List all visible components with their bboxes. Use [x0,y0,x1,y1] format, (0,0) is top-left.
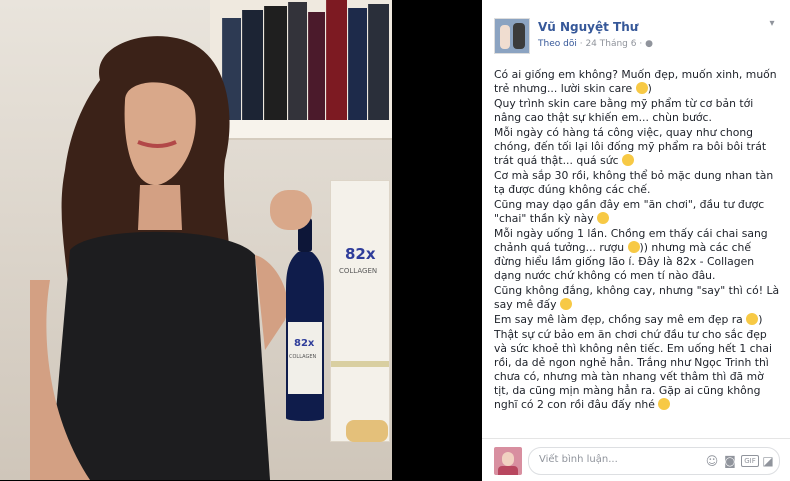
post-line: Cũng không đắng, không cay, nhưng "say" … [494,284,780,311]
box-label-big: 82x [345,245,376,263]
comment-bar: Viết bình luận... ☺ ◙ GIF ◪ [482,438,790,481]
post-line: Mỗi ngày uống 1 lần. Chồng em thấy cái c… [494,227,768,282]
camera-icon[interactable]: ◙ [723,454,737,468]
book [368,4,389,120]
bottle-shape [286,218,324,421]
woman-figure [30,36,288,480]
bottle-label-small: COLLAGEN [289,354,317,360]
smile-emoji-icon [635,82,648,94]
book [288,2,307,120]
post-panel: Vũ Nguyệt Thư Theo dõi · 24 Tháng 6 · ● … [482,0,790,481]
box-label-small: COLLAGEN [339,267,378,275]
gif-icon[interactable]: GIF [741,455,759,467]
bottle-label-big: 82x [294,338,315,349]
post-line: Có ai giống em không? Muốn đẹp, muốn xin… [494,68,777,95]
smile-emoji-icon [746,313,759,325]
post-text: Có ai giống em không? Muốn đẹp, muốn xin… [494,68,780,440]
avatar-figure [513,23,525,49]
follow-link[interactable]: Theo dõi [538,39,577,49]
comment-placeholder: Viết bình luận... [539,454,618,465]
smile-emoji-icon [627,241,640,253]
box-band [331,361,389,367]
post-meta: Theo dõi · 24 Tháng 6 · ● [538,39,653,49]
book [326,0,347,120]
grin-emoji-icon [597,212,610,224]
avatar-face [502,452,514,466]
book [308,12,325,120]
photo-viewer: 82x COLLAGEN 82x COLLAGEN [0,0,482,480]
avatar-figure [500,25,510,49]
post-line: Quy trình skin care bằng mỹ phẩm từ cơ b… [494,97,754,124]
grin-emoji-icon [658,398,671,410]
book [348,8,367,120]
author-name[interactable]: Vũ Nguyệt Thư [538,20,638,34]
emoji-icon[interactable]: ☺ [705,454,719,468]
post-date[interactable]: 24 Tháng 6 [585,39,636,49]
collagen-bottle: 82x COLLAGEN [282,218,328,424]
chevron-down-icon[interactable]: ▾ [766,18,778,30]
post-line: Cơ mà sắp 30 rồi, không thể bỏ mặc dung … [494,169,774,196]
meta-separator: · [579,39,583,49]
post-line: Mỗi ngày có hàng tá công việc, quay như … [494,126,767,167]
post-header: Vũ Nguyệt Thư Theo dõi · 24 Tháng 6 · ● … [482,0,790,60]
crying-emoji-icon [621,154,634,166]
hand [270,190,312,230]
commenter-avatar[interactable] [494,447,522,475]
post-line: Thật sự cứ bảo em ăn chơi chứ đầu tư cho… [494,328,773,411]
meta-dot: · [639,39,643,49]
comment-input[interactable]: Viết bình luận... ☺ ◙ GIF ◪ [528,447,780,475]
post-line: Cũng may dạo gần đây em "ăn chơi", đầu t… [494,198,765,225]
post-photo[interactable]: 82x COLLAGEN 82x COLLAGEN [0,0,392,480]
author-avatar[interactable] [494,18,530,54]
avatar-body [498,466,518,475]
sticker-icon[interactable]: ◪ [761,454,775,468]
product-box: 82x COLLAGEN [330,180,390,442]
cream-jar [346,420,388,442]
smile-emoji-icon [559,298,572,310]
post-line: Em say mê làm đẹp, chồng say mê em đẹp r… [494,313,763,326]
globe-icon: ● [645,39,653,49]
